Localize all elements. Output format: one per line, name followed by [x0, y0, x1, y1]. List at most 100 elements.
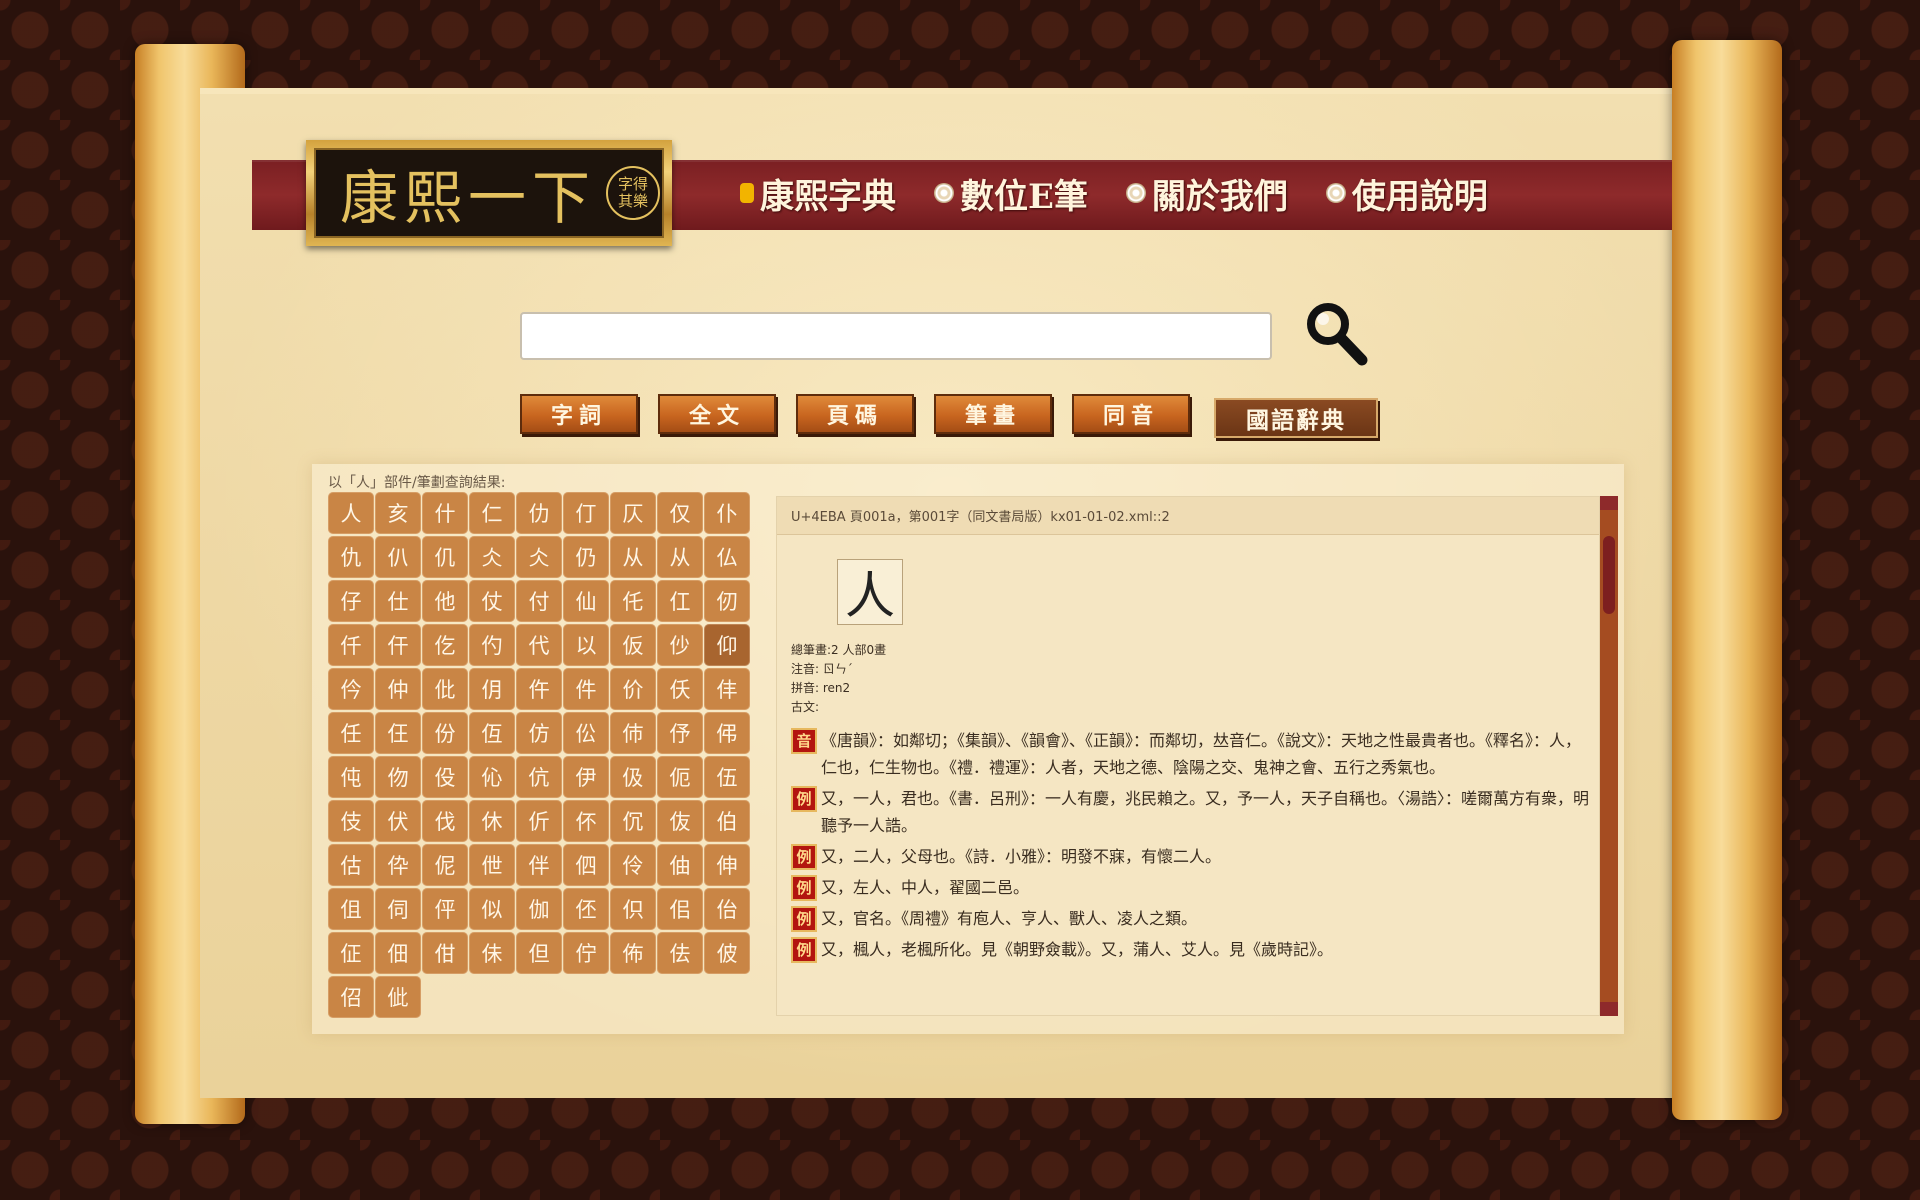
char-cell[interactable]: 仛	[610, 580, 656, 622]
char-cell[interactable]: 伹	[328, 888, 374, 930]
char-cell[interactable]: 休	[469, 800, 515, 842]
char-cell[interactable]: 伏	[375, 800, 421, 842]
char-cell[interactable]: 似	[469, 888, 515, 930]
char-cell[interactable]: 佀	[657, 888, 703, 930]
char-cell[interactable]: 件	[563, 668, 609, 710]
char-cell[interactable]: 伋	[610, 756, 656, 798]
char-cell[interactable]: 仂	[516, 492, 562, 534]
char-cell[interactable]: 伓	[563, 800, 609, 842]
char-cell[interactable]: 伽	[516, 888, 562, 930]
char-cell[interactable]: 伾	[563, 888, 609, 930]
char-cell[interactable]: 伆	[375, 756, 421, 798]
char-cell[interactable]: 仲	[375, 668, 421, 710]
char-cell[interactable]: 仰	[704, 624, 750, 666]
char-cell[interactable]: 佌	[375, 976, 421, 1018]
char-cell[interactable]: 伔	[610, 800, 656, 842]
char-cell[interactable]: 仗	[469, 580, 515, 622]
char-cell[interactable]: 仆	[704, 492, 750, 534]
char-cell[interactable]: 仁	[469, 492, 515, 534]
char-cell[interactable]: 价	[610, 668, 656, 710]
entry-badge-icon[interactable]: 音	[791, 728, 817, 754]
char-cell[interactable]: 伳	[469, 844, 515, 886]
char-cell[interactable]: 伒	[516, 800, 562, 842]
char-cell[interactable]: 佊	[704, 932, 750, 974]
char-cell[interactable]: 仴	[469, 668, 515, 710]
char-cell[interactable]: 仈	[375, 536, 421, 578]
char-cell[interactable]: 佇	[563, 932, 609, 974]
char-cell[interactable]: 仕	[375, 580, 421, 622]
nav-about[interactable]: 關於我們	[1126, 168, 1288, 218]
char-cell[interactable]: 亥	[375, 492, 421, 534]
scrollbar-thumb[interactable]	[1603, 536, 1615, 614]
char-cell[interactable]: 仿	[516, 712, 562, 754]
char-cell[interactable]: 伅	[328, 756, 374, 798]
char-cell[interactable]: 伸	[704, 844, 750, 886]
char-cell[interactable]: 佉	[657, 932, 703, 974]
char-cell[interactable]: 从	[657, 536, 703, 578]
char-cell[interactable]: 仱	[328, 668, 374, 710]
entry-badge-icon[interactable]: 例	[791, 875, 817, 901]
char-cell[interactable]: 伴	[516, 844, 562, 886]
entry-badge-icon[interactable]: 例	[791, 906, 817, 932]
char-cell[interactable]: 仍	[563, 536, 609, 578]
char-cell[interactable]: 伄	[704, 712, 750, 754]
char-cell[interactable]: 仌	[469, 536, 515, 578]
char-cell[interactable]: 仢	[469, 624, 515, 666]
char-cell[interactable]: 伐	[422, 800, 468, 842]
char-cell[interactable]: 仅	[657, 492, 703, 534]
char-cell[interactable]: 人	[328, 492, 374, 534]
char-cell[interactable]: 佄	[422, 932, 468, 974]
char-cell[interactable]: 仵	[516, 668, 562, 710]
char-cell[interactable]: 伷	[657, 844, 703, 886]
char-cell[interactable]: 佃	[375, 932, 421, 974]
char-cell[interactable]: 伎	[328, 800, 374, 842]
char-cell[interactable]: 仇	[328, 536, 374, 578]
char-cell[interactable]: 伉	[516, 756, 562, 798]
char-cell[interactable]: 仯	[657, 624, 703, 666]
char-cell[interactable]: 佋	[328, 976, 374, 1018]
char-cell[interactable]: 伜	[375, 844, 421, 886]
char-cell[interactable]: 伯	[704, 800, 750, 842]
char-cell[interactable]: 估	[328, 844, 374, 886]
char-cell[interactable]: 仃	[563, 492, 609, 534]
char-cell[interactable]: 付	[516, 580, 562, 622]
char-cell[interactable]: 伌	[657, 756, 703, 798]
nav-digital-pen[interactable]: 數位E筆	[934, 168, 1088, 218]
nav-help[interactable]: 使用說明	[1326, 168, 1488, 218]
mandarin-dictionary-button[interactable]: 國語辭典	[1214, 398, 1378, 438]
mode-button-fulltext[interactable]: 全文	[658, 394, 776, 434]
site-logo[interactable]: 康熙一下 字得 其樂	[306, 140, 672, 246]
char-cell[interactable]: 仠	[375, 624, 421, 666]
char-cell[interactable]: 他	[422, 580, 468, 622]
char-cell[interactable]: 仮	[610, 624, 656, 666]
char-cell[interactable]: 伍	[704, 756, 750, 798]
char-cell[interactable]: 仟	[328, 624, 374, 666]
entry-badge-icon[interactable]: 例	[791, 786, 817, 812]
entry-badge-icon[interactable]: 例	[791, 937, 817, 963]
char-cell[interactable]: 但	[516, 932, 562, 974]
char-cell[interactable]: 伶	[610, 844, 656, 886]
mode-button-homophone[interactable]: 同音	[1072, 394, 1190, 434]
char-cell[interactable]: 佅	[469, 932, 515, 974]
char-cell[interactable]: 仞	[704, 580, 750, 622]
char-cell[interactable]: 伵	[563, 844, 609, 886]
char-cell[interactable]: 伊	[563, 756, 609, 798]
char-cell[interactable]: 仄	[610, 492, 656, 534]
char-cell[interactable]: 伻	[422, 888, 468, 930]
detail-scrollbar[interactable]	[1600, 496, 1618, 1016]
mode-button-page[interactable]: 頁碼	[796, 394, 914, 434]
char-cell[interactable]: 伿	[610, 888, 656, 930]
char-cell[interactable]: 份	[422, 712, 468, 754]
char-cell[interactable]: 伺	[375, 888, 421, 930]
char-cell[interactable]: 仡	[422, 624, 468, 666]
char-cell[interactable]: 伇	[422, 756, 468, 798]
char-cell[interactable]: 佂	[328, 932, 374, 974]
mode-button-word[interactable]: 字詞	[520, 394, 638, 434]
char-cell[interactable]: 仸	[657, 668, 703, 710]
char-cell[interactable]: 仼	[375, 712, 421, 754]
char-cell[interactable]: 伲	[422, 844, 468, 886]
char-cell[interactable]: 什	[422, 492, 468, 534]
mode-button-strokes[interactable]: 筆畫	[934, 394, 1052, 434]
search-button[interactable]	[1304, 300, 1368, 366]
nav-kangxi-dictionary[interactable]: 康熙字典	[740, 168, 896, 218]
